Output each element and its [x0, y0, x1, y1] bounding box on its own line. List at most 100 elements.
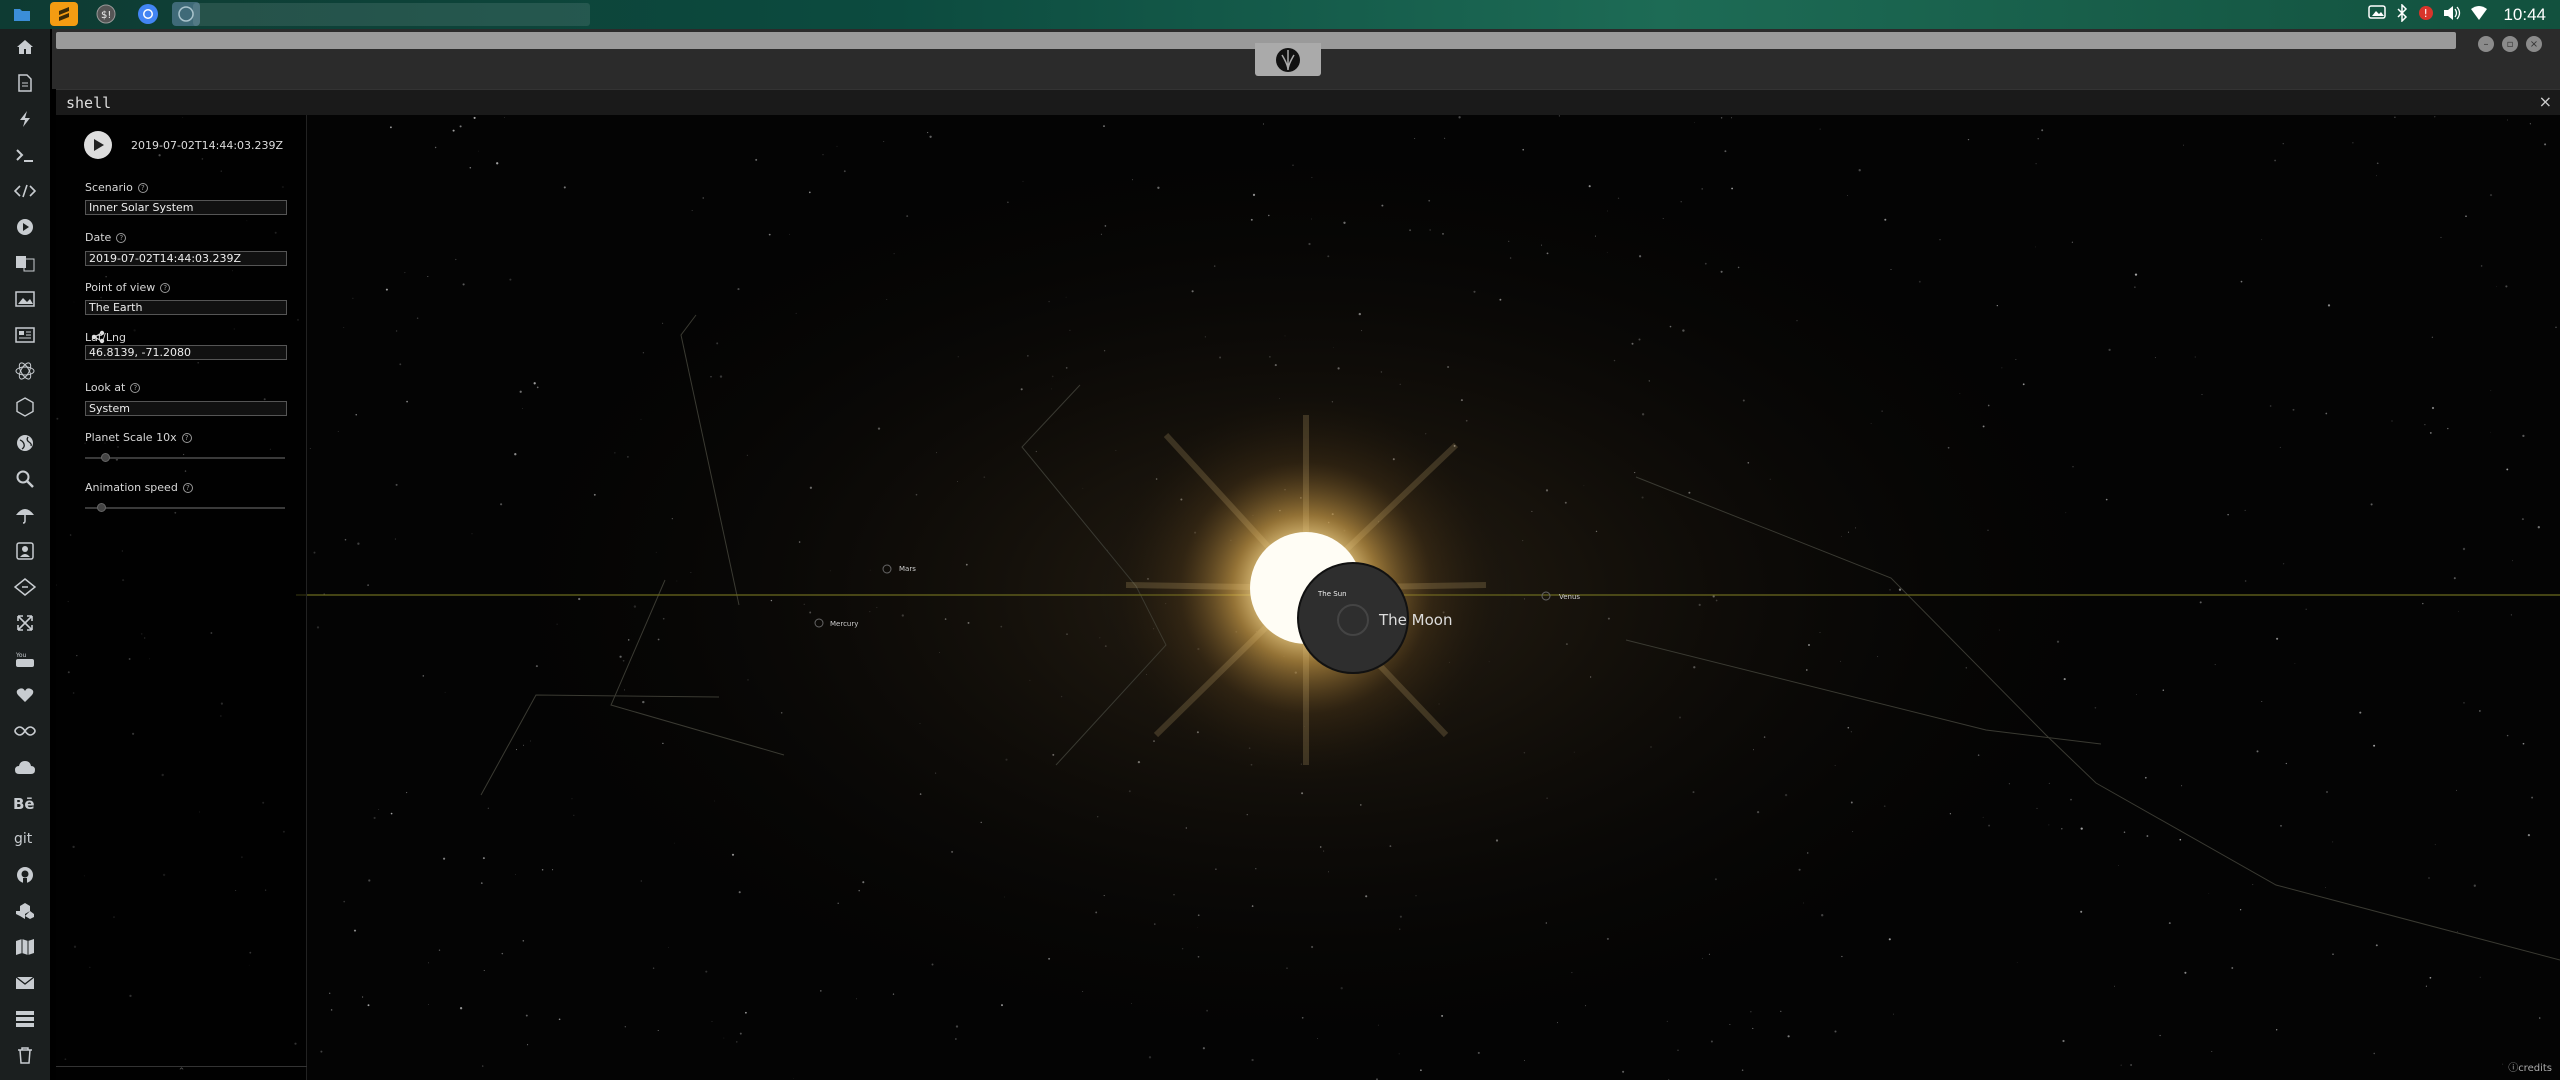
close-window-icon[interactable]: ×	[2526, 36, 2542, 52]
star	[2375, 944, 2378, 947]
mercury-label[interactable]: Mercury	[830, 620, 858, 628]
moon-label[interactable]: The Moon	[1379, 611, 1452, 629]
star	[459, 125, 462, 128]
help-icon[interactable]: ?	[130, 383, 141, 393]
sun-label[interactable]: The Sun	[1318, 590, 1347, 598]
star	[2256, 750, 2259, 753]
svg-text:git: git	[14, 831, 33, 847]
translate-icon[interactable]	[0, 245, 50, 281]
sublime-icon[interactable]	[50, 2, 78, 26]
image-icon[interactable]	[0, 281, 50, 317]
code-icon[interactable]	[0, 173, 50, 209]
star	[558, 1018, 561, 1021]
heart-icon[interactable]	[0, 677, 50, 713]
trash-icon[interactable]	[0, 1037, 50, 1073]
terminal-prompt-icon[interactable]	[0, 137, 50, 173]
star	[2062, 1039, 2065, 1043]
terminal-icon[interactable]: $!	[92, 2, 120, 26]
help-icon[interactable]: ?	[181, 433, 192, 443]
mars-label[interactable]: Mars	[899, 565, 916, 573]
star	[2332, 953, 2334, 955]
mail-icon[interactable]	[0, 965, 50, 1001]
star	[501, 952, 504, 955]
bluetooth-icon[interactable]	[2396, 3, 2408, 26]
search-icon[interactable]	[0, 461, 50, 497]
star	[2183, 144, 2184, 146]
alert-icon[interactable]: !	[2418, 4, 2434, 26]
star	[2429, 976, 2432, 979]
planet-scale-slider[interactable]	[85, 453, 285, 462]
help-icon[interactable]: ?	[182, 483, 193, 493]
github-icon[interactable]	[0, 857, 50, 893]
expand-icon[interactable]	[0, 605, 50, 641]
star	[309, 448, 311, 450]
newspaper-icon[interactable]	[0, 317, 50, 353]
behance-icon[interactable]: Bē	[0, 785, 50, 821]
animation-speed-slider[interactable]	[85, 503, 285, 512]
star	[2447, 427, 2449, 430]
star	[399, 363, 402, 366]
venus-label[interactable]: Venus	[1559, 593, 1580, 601]
volume-icon[interactable]	[2442, 4, 2462, 26]
chrome-icon[interactable]	[134, 2, 162, 26]
atom-icon[interactable]	[0, 353, 50, 389]
umbrella-icon[interactable]	[0, 497, 50, 533]
planet-scale-slider-knob[interactable]	[101, 453, 110, 462]
youtube-icon[interactable]: You	[0, 641, 50, 677]
files-icon[interactable]	[8, 2, 36, 26]
star	[2490, 431, 2491, 433]
credits-link[interactable]: ⓘcredits	[2508, 1059, 2552, 1074]
latlng-input[interactable]: 46.8139, -71.2080	[85, 345, 287, 360]
play-circle-icon[interactable]	[0, 209, 50, 245]
collapse-panel-handle[interactable]: ⌃	[56, 1066, 307, 1080]
help-icon[interactable]: ?	[137, 183, 148, 193]
help-icon[interactable]: ?	[116, 233, 127, 243]
shell-title: shell	[66, 94, 112, 112]
infinity-icon[interactable]	[0, 713, 50, 749]
globe-icon[interactable]	[0, 425, 50, 461]
document-icon[interactable]	[0, 65, 50, 101]
star	[2261, 239, 2263, 241]
look-at-select[interactable]: System	[85, 401, 287, 416]
help-icon[interactable]: ?	[160, 283, 171, 293]
star	[2154, 357, 2156, 359]
scenario-select[interactable]: Inner Solar System	[85, 200, 287, 215]
home-icon[interactable]	[0, 29, 50, 65]
clock[interactable]: 10:44	[2503, 5, 2546, 25]
server-icon[interactable]	[0, 1001, 50, 1037]
screenshot-tray-icon[interactable]	[2368, 4, 2386, 24]
shell-close-button[interactable]: ×	[2539, 92, 2552, 111]
git-icon[interactable]: git	[0, 821, 50, 857]
star	[2208, 893, 2210, 894]
contact-card-icon[interactable]	[0, 533, 50, 569]
play-button[interactable]	[84, 131, 112, 159]
star	[2146, 835, 2149, 837]
minimize-icon[interactable]: –	[2478, 36, 2494, 52]
star	[2496, 286, 2497, 287]
star	[1720, 117, 1723, 119]
rebel-alliance-logo-icon[interactable]	[1255, 43, 1321, 76]
date-input[interactable]: 2019-07-02T14:44:03.239Z	[85, 251, 287, 266]
star	[395, 483, 398, 486]
animation-speed-slider-knob[interactable]	[97, 503, 106, 512]
hexagon-icon[interactable]	[0, 389, 50, 425]
maximize-icon[interactable]: ▫	[2502, 36, 2518, 52]
solar-system-view[interactable]: Mars Mercury Venus The Sun The Moon ⓘcre…	[56, 115, 2560, 1080]
share-button[interactable]	[91, 330, 105, 348]
scenario-label: Scenario?	[85, 181, 148, 194]
diamond-code-icon[interactable]	[0, 569, 50, 605]
taskbar-search-field[interactable]	[193, 3, 590, 26]
packages-icon[interactable]	[0, 893, 50, 929]
lightning-icon[interactable]	[0, 101, 50, 137]
star	[438, 949, 441, 951]
cloud-icon[interactable]	[0, 749, 50, 785]
star	[2037, 137, 2039, 140]
sky-canvas[interactable]	[56, 115, 2560, 1080]
browser-chrome: – ▫ ×	[52, 29, 2560, 89]
lookat-label-text: Look at	[85, 381, 126, 394]
point-of-view-label: Point of view?	[85, 281, 171, 294]
play-icon	[94, 139, 104, 151]
wifi-icon[interactable]	[2470, 4, 2488, 26]
point-of-view-select[interactable]: The Earth	[85, 300, 287, 315]
map-icon[interactable]	[0, 929, 50, 965]
